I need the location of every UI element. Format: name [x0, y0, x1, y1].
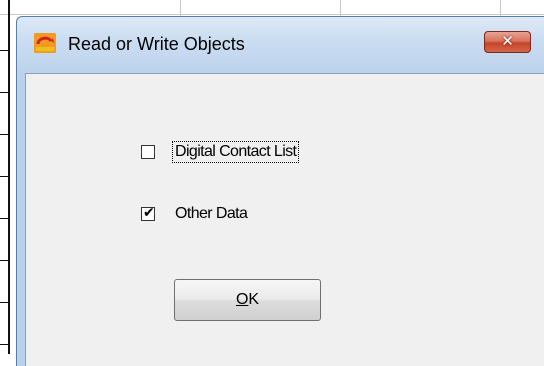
background-row-tick — [0, 50, 10, 51]
ok-label-rest: K — [248, 291, 260, 308]
close-button[interactable]: ✕ — [484, 31, 531, 53]
background-row-tick — [0, 176, 10, 177]
background-left-border — [8, 0, 10, 354]
ok-mnemonic: O — [235, 291, 249, 308]
background-row-tick — [0, 92, 10, 93]
read-write-objects-dialog: Read or Write Objects ✕ Digital Contact … — [16, 16, 544, 366]
checkmark-icon: ✔ — [143, 205, 155, 221]
background-gridline — [0, 14, 544, 15]
background-row-tick — [0, 302, 10, 303]
option-other-data[interactable]: ✔ Other Data — [141, 203, 249, 225]
ok-button[interactable]: OK — [174, 279, 321, 321]
app-logo-icon — [34, 33, 56, 53]
background-row-tick — [0, 134, 10, 135]
option-digital-contact-list[interactable]: Digital Contact List — [141, 141, 300, 163]
close-icon: ✕ — [501, 32, 514, 50]
digital-contact-list-checkbox[interactable] — [141, 145, 155, 159]
other-data-checkbox[interactable]: ✔ — [141, 205, 155, 221]
option-label[interactable]: Other Data — [173, 204, 249, 224]
dialog-title: Read or Write Objects — [68, 34, 245, 54]
background-row-tick — [0, 260, 10, 261]
background-row-tick — [0, 344, 10, 345]
background-row-tick — [0, 218, 10, 219]
option-label[interactable]: Digital Contact List — [171, 141, 300, 163]
dialog-titlebar[interactable]: Read or Write Objects ✕ — [17, 17, 544, 73]
dialog-client-area: Digital Contact List ✔ Other Data OK — [25, 73, 544, 366]
